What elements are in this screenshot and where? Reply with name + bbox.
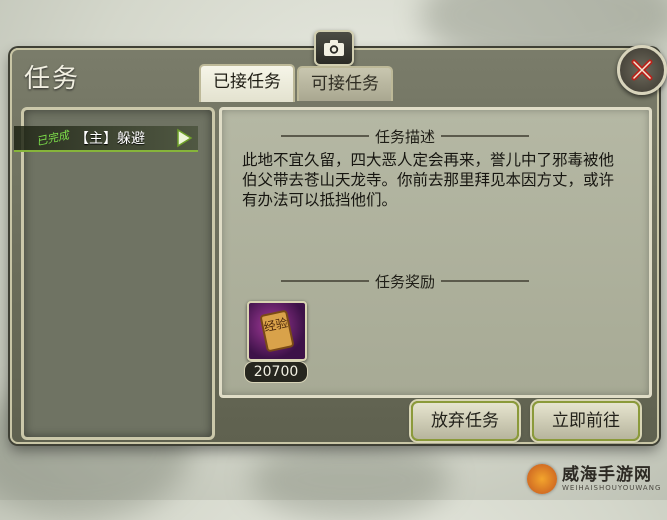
quest-description: 此地不宜久留，四大恶人定会再来，誉儿中了邪毒被他伯父带去苍山天龙寺。你前去那里拜… xyxy=(242,151,615,209)
background-ink-wash xyxy=(250,440,450,520)
go-now-button[interactable]: 立即前往 xyxy=(532,401,640,441)
camera-icon xyxy=(324,40,344,56)
reward-heading-text: 任务奖励 xyxy=(375,272,436,291)
tab-available-quests[interactable]: 可接任务 xyxy=(297,66,393,101)
description-heading: 任务描述 xyxy=(275,126,535,146)
divider-line xyxy=(281,135,369,137)
quest-name: 【主】躲避 xyxy=(75,131,145,147)
divider-line xyxy=(281,280,369,282)
selected-arrow-icon xyxy=(177,128,193,148)
close-button[interactable] xyxy=(617,45,667,95)
divider-line xyxy=(441,135,530,137)
experience-scroll-art: 经验 xyxy=(260,310,294,352)
watermark: 威海手游网 WEIHAISHOUYOUWANG xyxy=(527,464,661,494)
watermark-logo-icon xyxy=(527,464,557,494)
abandon-quest-button[interactable]: 放弃任务 xyxy=(411,401,519,441)
watermark-text: 威海手游网 xyxy=(562,465,652,485)
window-title: 任务 xyxy=(24,64,81,94)
watermark-subtext: WEIHAISHOUYOUWANG xyxy=(562,484,662,492)
screenshot-button[interactable] xyxy=(314,30,354,66)
reward-amount: 20700 xyxy=(244,361,308,383)
divider-line xyxy=(441,280,530,282)
reward-heading: 任务奖励 xyxy=(275,271,535,291)
description-heading-text: 任务描述 xyxy=(375,127,436,146)
quest-list-panel xyxy=(21,107,215,440)
close-icon xyxy=(631,59,653,81)
quest-status-tag: 已完成 xyxy=(35,128,71,149)
quest-list-item[interactable]: 已完成 【主】躲避 xyxy=(14,126,198,152)
experience-scroll-icon[interactable]: 经验 xyxy=(247,301,307,361)
tab-accepted-quests[interactable]: 已接任务 xyxy=(199,64,295,102)
